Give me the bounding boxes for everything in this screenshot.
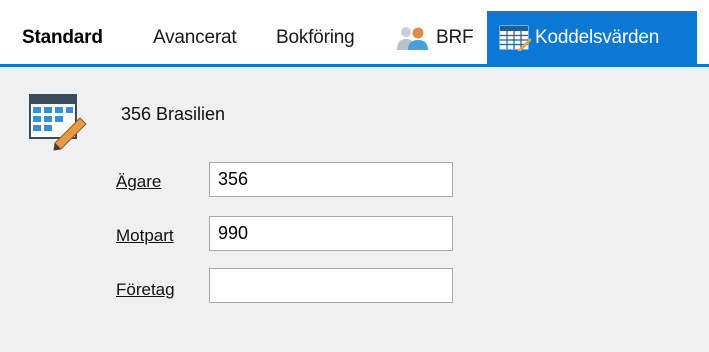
foretag-label: Företag (116, 280, 175, 299)
agare-field[interactable] (209, 162, 453, 197)
tab-koddelsvarden[interactable]: Koddelsvärden (487, 11, 697, 64)
item-title: 356 Brasilien (121, 104, 226, 124)
tab-standard[interactable]: Standard (22, 11, 103, 64)
table-edit-icon (28, 93, 90, 156)
motpart-label: Motpart (116, 226, 174, 245)
tab-bar: Standard Avancerat Bokföring BRF Koddels… (0, 0, 709, 64)
tab-underline (0, 64, 709, 67)
motpart-field[interactable] (209, 216, 453, 251)
tab-standard-label: Standard (22, 26, 103, 48)
tab-avancerat[interactable]: Avancerat (153, 11, 237, 64)
agare-label: Ägare (116, 172, 162, 191)
table-icon (499, 25, 531, 51)
tab-brf-label: BRF (436, 26, 474, 48)
people-icon (396, 25, 432, 51)
foretag-field[interactable] (209, 268, 453, 303)
tab-koddelsvarden-label: Koddelsvärden (535, 26, 660, 48)
tab-avancerat-label: Avancerat (153, 26, 237, 48)
tab-brf[interactable]: BRF (396, 11, 474, 64)
tab-bokforing-label: Bokföring (276, 26, 355, 48)
tab-bokforing[interactable]: Bokföring (276, 11, 355, 64)
